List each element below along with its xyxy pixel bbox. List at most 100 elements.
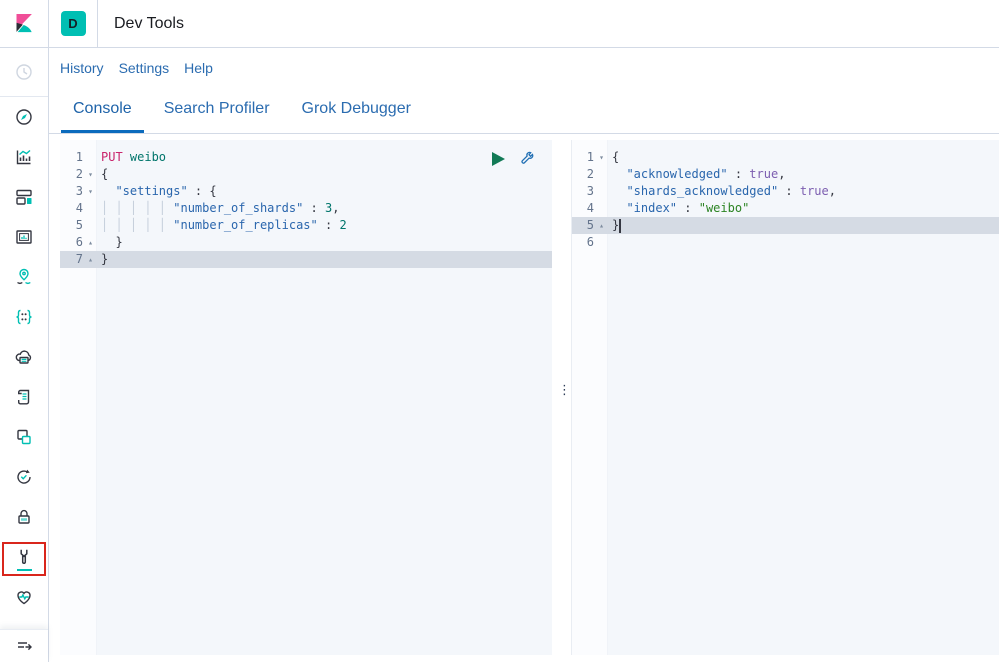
sidebar-item-maps[interactable]: [0, 257, 48, 297]
drag-dots-icon: ⋮: [558, 387, 571, 394]
sidebar-item-siem[interactable]: [0, 497, 48, 537]
sidebar-item-metrics[interactable]: [0, 337, 48, 377]
console-menu-bar: History Settings Help: [49, 48, 999, 88]
line-number: 4: [572, 200, 595, 217]
fold-spacer: [84, 200, 97, 217]
fold-toggle-icon[interactable]: ▾: [84, 166, 97, 183]
fold-spacer: [595, 166, 608, 183]
tab-grok-debugger[interactable]: Grok Debugger: [290, 88, 423, 133]
layers-icon: [14, 427, 34, 447]
code-text: "shards_acknowledged" : true,: [608, 183, 836, 200]
code-text: }: [97, 234, 123, 251]
sidebar-item-stack-monitoring[interactable]: [0, 577, 48, 617]
send-request-button[interactable]: [491, 151, 506, 167]
collapse-navigation-button[interactable]: [0, 629, 48, 662]
tab-search-profiler[interactable]: Search Profiler: [152, 88, 282, 133]
kibana-logo-icon: [14, 11, 34, 37]
space-selector-button[interactable]: D: [49, 0, 98, 47]
app-navigation-sidebar: [0, 48, 49, 662]
fold-toggle-icon[interactable]: ▴: [595, 217, 608, 234]
code-text: [608, 234, 612, 251]
page-title: Dev Tools: [98, 0, 184, 47]
sidebar-item-apm[interactable]: [0, 417, 48, 457]
log-scroll-icon: [14, 387, 34, 407]
console-editors: 1PUT weibo2▾{3▾ "settings" : {4│ │ │ │ │…: [60, 140, 999, 655]
sidebar-item-logs[interactable]: [0, 377, 48, 417]
heartbeat-icon: [14, 587, 34, 607]
line-number: 6: [572, 234, 595, 251]
fold-spacer: [595, 234, 608, 251]
line-number: 5: [572, 217, 595, 234]
code-line-2[interactable]: 2 "acknowledged" : true,: [572, 166, 999, 183]
code-text: }: [608, 217, 621, 234]
space-badge: D: [61, 11, 86, 36]
code-line-5[interactable]: 5│ │ │ │ │ "number_of_replicas" : 2: [60, 217, 552, 234]
code-line-2[interactable]: 2▾{: [60, 166, 552, 183]
code-line-1[interactable]: 1 PUT weibo: [60, 149, 552, 166]
code-text: │ │ │ │ │ "number_of_shards" : 3,: [97, 200, 339, 217]
sidebar-item-visualize[interactable]: [0, 137, 48, 177]
fold-spacer: [84, 217, 97, 234]
bar-chart-icon: [14, 147, 34, 167]
code-line-7[interactable]: 7▴}: [60, 251, 552, 268]
code-text: {: [608, 149, 619, 166]
top-chrome-bar: D Dev Tools: [0, 0, 999, 48]
uptime-check-icon: [14, 467, 34, 487]
fold-toggle-icon[interactable]: ▴: [84, 251, 97, 268]
request-editor[interactable]: 1PUT weibo2▾{3▾ "settings" : {4│ │ │ │ │…: [60, 140, 552, 655]
code-line-5[interactable]: 5▴}: [572, 217, 999, 234]
dashboard-icon: [14, 187, 34, 207]
fold-toggle-icon[interactable]: ▾: [595, 149, 608, 166]
wrench-icon: [14, 547, 34, 567]
history-menu-link[interactable]: History: [60, 60, 104, 76]
fold-spacer: [84, 149, 97, 166]
line-number: 2: [572, 166, 595, 183]
line-number: 1: [572, 149, 595, 166]
sidebar-item-dev-tools[interactable]: [0, 537, 48, 577]
code-line-3[interactable]: 3 "shards_acknowledged" : true,: [572, 183, 999, 200]
map-pin-icon: [14, 267, 34, 287]
fold-spacer: [595, 200, 608, 217]
tab-console[interactable]: Console: [61, 88, 144, 133]
code-line-3[interactable]: 3▾ "settings" : {: [60, 183, 552, 200]
code-text: "settings" : {: [97, 183, 217, 200]
code-text: {: [97, 166, 108, 183]
code-line-6[interactable]: 6: [572, 234, 999, 251]
response-code-lines[interactable]: 1▾{2 "acknowledged" : true,3 "shards_ack…: [572, 140, 999, 251]
sidebar-item-dashboard[interactable]: [0, 177, 48, 217]
dev-tools-tabs: Console Search Profiler Grok Debugger: [49, 88, 999, 134]
line-number: 7: [60, 251, 84, 268]
code-text: PUT weibo: [97, 149, 166, 166]
sidebar-item-machine-learning[interactable]: [0, 297, 48, 337]
help-menu-link[interactable]: Help: [184, 60, 213, 76]
line-number: 3: [60, 183, 84, 200]
fold-spacer: [595, 183, 608, 200]
request-options-wrench-icon[interactable]: [519, 150, 536, 167]
settings-menu-link[interactable]: Settings: [119, 60, 170, 76]
code-text: }: [97, 251, 108, 268]
code-line-6[interactable]: 6▴ }: [60, 234, 552, 251]
sidebar-item-recently-viewed[interactable]: [14, 52, 34, 92]
line-number: 1: [60, 149, 84, 166]
code-text: "index" : "weibo": [608, 200, 749, 217]
code-line-4[interactable]: 4 "index" : "weibo": [572, 200, 999, 217]
compass-icon: [14, 107, 34, 127]
line-number: 6: [60, 234, 84, 251]
line-number: 4: [60, 200, 84, 217]
fold-toggle-icon[interactable]: ▾: [84, 183, 97, 200]
collapse-arrow-icon: [14, 636, 34, 656]
editor-resize-handle[interactable]: ⋮: [552, 140, 572, 655]
canvas-frame-icon: [14, 227, 34, 247]
sidebar-item-canvas[interactable]: [0, 217, 48, 257]
sidebar-item-uptime[interactable]: [0, 457, 48, 497]
sidebar-item-discover[interactable]: [0, 97, 48, 137]
kibana-home-button[interactable]: [0, 0, 49, 47]
request-code-lines[interactable]: 1PUT weibo2▾{3▾ "settings" : {4│ │ │ │ │…: [60, 140, 552, 268]
line-number: 2: [60, 166, 84, 183]
clock-icon: [14, 62, 34, 82]
code-line-4[interactable]: 4 │ │ │ │ │ "number_of_shards" : 3,: [60, 200, 552, 217]
code-text: "acknowledged" : true,: [608, 166, 785, 183]
response-editor[interactable]: 1▾{2 "acknowledged" : true,3 "shards_ack…: [572, 140, 999, 655]
code-line-1[interactable]: 1▾{: [572, 149, 999, 166]
fold-toggle-icon[interactable]: ▴: [84, 234, 97, 251]
